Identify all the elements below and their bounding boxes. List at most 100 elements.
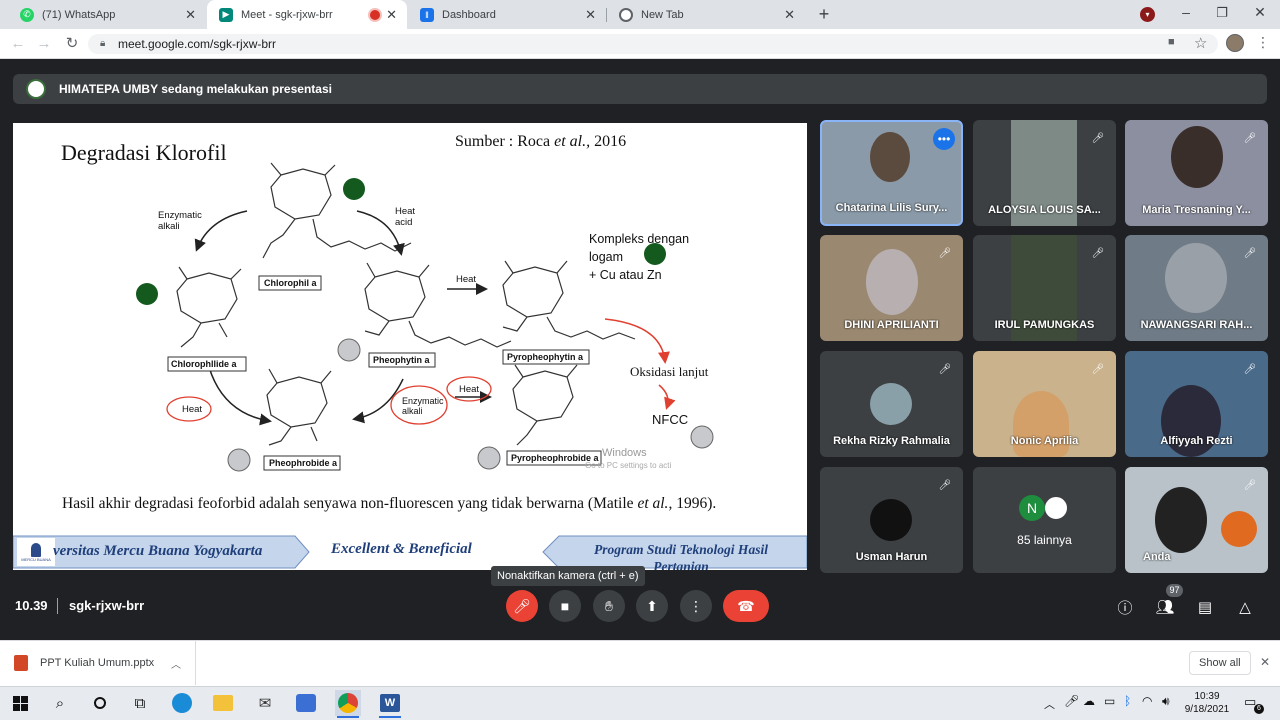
tab-meet[interactable]: ▶ Meet - sgk-rjxw-brr ✕ bbox=[207, 0, 407, 29]
participant-tile-rekha[interactable]: 🎤︎ Rekha Rizky Rahmalia bbox=[820, 351, 963, 457]
participant-video bbox=[870, 132, 910, 182]
arrow-enzymatic-alkali bbox=[194, 210, 248, 252]
participant-tile-dhini[interactable]: 🎤︎ DHINI APRILIANTI bbox=[820, 235, 963, 341]
microphone-tray-icon[interactable]: 🎤︎ bbox=[1064, 694, 1079, 708]
participant-tile-irul[interactable]: 🎤︎ IRUL PAMUNGKAS bbox=[973, 235, 1116, 341]
participant-tile-nawangsari[interactable]: 🎤︎ NAWANGSARI RAH... bbox=[1125, 235, 1268, 341]
tab-search-icon[interactable]: ▾ bbox=[1140, 7, 1155, 22]
arrow-enzymatic-lower bbox=[352, 378, 404, 424]
maximize-icon[interactable]: ❐ bbox=[1214, 5, 1230, 21]
close-tab-icon[interactable]: ✕ bbox=[784, 7, 795, 23]
people-icon[interactable]: 👥︎ bbox=[1154, 596, 1176, 618]
search-icon[interactable]: ⌕ bbox=[47, 690, 73, 716]
participant-name: Nonic Aprilia bbox=[1010, 435, 1079, 447]
menu-kebab-icon[interactable]: ⋮ bbox=[1256, 34, 1270, 52]
word-icon[interactable]: W bbox=[377, 690, 403, 716]
gray-dot bbox=[477, 446, 501, 470]
participant-tile-aloysia[interactable]: 🎤︎ ALOYSIA LOUIS SA... bbox=[973, 120, 1116, 226]
molecule-pheophrobide bbox=[266, 368, 332, 446]
reload-icon[interactable]: ↻ bbox=[62, 34, 82, 54]
whiteboard-icon[interactable] bbox=[293, 690, 319, 716]
cloud-tray-icon[interactable]: ☁︎ bbox=[1083, 694, 1095, 708]
present-button[interactable]: ⬆ bbox=[636, 590, 668, 622]
avatar bbox=[870, 383, 912, 425]
chevron-up-icon[interactable]: ︿ bbox=[171, 656, 181, 671]
camera-in-use-icon[interactable]: ■ bbox=[1168, 36, 1182, 50]
arrow-oksidasi bbox=[604, 318, 670, 364]
lock-icon[interactable]: 🔒︎ bbox=[100, 38, 110, 50]
participant-video bbox=[1171, 126, 1223, 188]
task-view-icon[interactable]: ⧉ bbox=[127, 690, 153, 716]
avatar bbox=[870, 499, 912, 541]
show-all-button[interactable]: Show all bbox=[1189, 651, 1251, 675]
close-tab-icon[interactable]: ✕ bbox=[585, 7, 596, 23]
recording-icon bbox=[370, 9, 381, 20]
label-heat-top: Heat bbox=[456, 274, 477, 285]
mic-off-icon: 🎤︎ bbox=[938, 479, 952, 491]
activities-icon[interactable]: △ bbox=[1234, 596, 1256, 618]
edge-icon[interactable] bbox=[169, 690, 195, 716]
green-dot bbox=[136, 283, 158, 305]
windows-start-icon[interactable] bbox=[7, 690, 33, 716]
tray-chevron-icon[interactable]: ︿ bbox=[1044, 696, 1055, 712]
raise-hand-button[interactable]: ✋︎ bbox=[593, 590, 625, 622]
participant-name: Maria Tresnaning Y... bbox=[1142, 204, 1251, 216]
end-call-button[interactable]: ☎︎ bbox=[723, 590, 769, 622]
new-tab-button[interactable]: + bbox=[814, 4, 834, 24]
bluetooth-tray-icon[interactable]: ᛒ bbox=[1124, 694, 1131, 708]
back-icon[interactable]: ← bbox=[8, 34, 28, 54]
pptx-file-icon bbox=[14, 655, 28, 671]
university-logo: MERCU BUANA bbox=[17, 538, 55, 566]
download-item[interactable]: PPT Kuliah Umum.pptx ︿ bbox=[0, 641, 196, 685]
profile-avatar[interactable] bbox=[1226, 34, 1244, 52]
label-kompleks: Kompleks dengan logam + Cu atau Zn bbox=[589, 230, 689, 284]
camera-tooltip: Nonaktifkan kamera (ctrl + e) bbox=[491, 566, 645, 586]
presenter-logo-icon bbox=[26, 79, 46, 99]
participant-tile-alfiyyah[interactable]: 🎤︎ Alfiyyah Rezti bbox=[1125, 351, 1268, 457]
mic-off-icon: 🎤︎ bbox=[1243, 247, 1257, 259]
mail-icon[interactable]: ✉ bbox=[252, 690, 278, 716]
tab-new-tab[interactable]: New Tab ✕ bbox=[607, 0, 805, 29]
participant-name: Chatarina Lilis Sury... bbox=[835, 202, 948, 214]
tab-title: Dashboard bbox=[442, 8, 496, 21]
participant-tile-maria[interactable]: 🎤︎ Maria Tresnaning Y... bbox=[1125, 120, 1268, 226]
program-line: Program Studi Teknologi Hasil bbox=[594, 542, 768, 557]
minimize-icon[interactable]: – bbox=[1176, 4, 1196, 24]
close-tab-icon[interactable]: ✕ bbox=[185, 7, 196, 23]
active-app-indicator bbox=[337, 716, 359, 718]
participant-tile-others[interactable]: N 85 lainnya bbox=[973, 467, 1116, 573]
participant-tile-chatarina[interactable]: ••• Chatarina Lilis Sury... bbox=[820, 120, 963, 226]
file-explorer-icon[interactable] bbox=[210, 690, 236, 716]
wifi-tray-icon[interactable]: ◠ bbox=[1142, 694, 1152, 708]
footnote-et-al: et al. bbox=[637, 495, 669, 512]
close-shelf-icon[interactable]: ✕ bbox=[1258, 655, 1272, 669]
more-options-button[interactable]: ⋮ bbox=[680, 590, 712, 622]
molecule-chlorophil bbox=[262, 162, 412, 259]
participant-name: Rekha Rizky Rahmalia bbox=[833, 435, 950, 447]
camera-toggle-button[interactable]: ■ bbox=[549, 590, 581, 622]
volume-tray-icon[interactable]: 🔊︎ bbox=[1162, 694, 1170, 709]
tab-whatsapp[interactable]: ✆ (71) WhatsApp ✕ bbox=[8, 0, 206, 29]
participant-tile-nonic[interactable]: 🎤︎ Nonic Aprilia bbox=[973, 351, 1116, 457]
participant-tile-self[interactable]: 🎤︎ Anda bbox=[1125, 467, 1268, 573]
forward-icon[interactable]: → bbox=[34, 34, 54, 54]
url-text[interactable]: meet.google.com/sgk-rjxw-brr bbox=[118, 37, 276, 51]
mic-off-icon: 🎤︎ bbox=[1243, 132, 1257, 144]
close-tab-icon[interactable]: ✕ bbox=[386, 7, 397, 23]
system-clock[interactable]: 10:39 9/18/2021 bbox=[1182, 690, 1232, 716]
label-nfcc: NFCC bbox=[652, 412, 689, 427]
meeting-code: sgk-rjxw-brr bbox=[69, 598, 145, 613]
mic-toggle-button[interactable]: 🎤︎ bbox=[506, 590, 538, 622]
tab-dashboard[interactable]: ‖ Dashboard ✕ bbox=[408, 0, 606, 29]
participant-tile-usman[interactable]: 🎤︎ Usman Harun bbox=[820, 467, 963, 573]
meeting-details-icon[interactable]: ⓘ bbox=[1114, 596, 1136, 618]
chrome-taskbar-icon[interactable] bbox=[335, 690, 361, 716]
chat-icon[interactable]: ▤ bbox=[1194, 596, 1216, 618]
presentation-slide[interactable]: Degradasi Klorofil Sumber : Roca et al.,… bbox=[13, 123, 807, 570]
bookmark-star-icon[interactable]: ☆ bbox=[1194, 34, 1210, 52]
battery-tray-icon[interactable]: ▭ bbox=[1104, 694, 1115, 708]
more-options-icon[interactable]: ••• bbox=[933, 128, 955, 150]
cortana-icon[interactable] bbox=[87, 690, 113, 716]
label-oksidasi: Oksidasi lanjut bbox=[630, 364, 709, 379]
window-close-icon[interactable]: ✕ bbox=[1250, 4, 1270, 24]
